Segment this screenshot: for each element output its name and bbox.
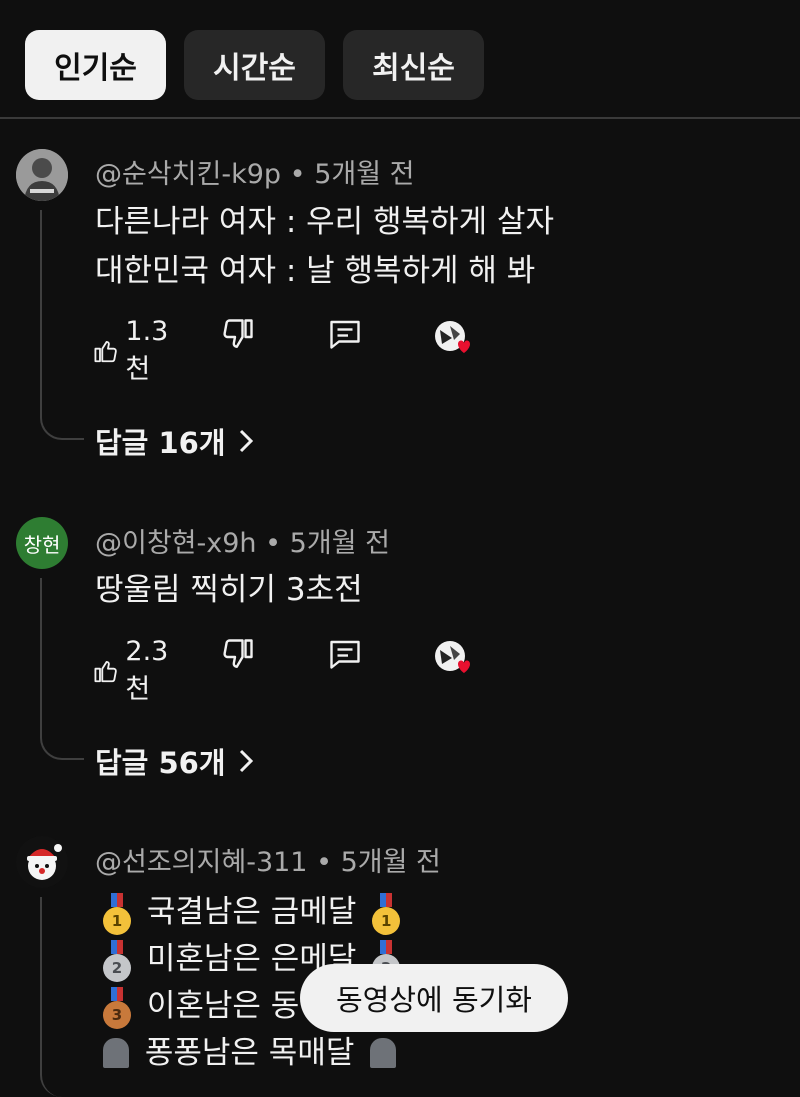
timestamp[interactable]: 5개월 전 [314,159,414,190]
comment-meta: @이창현-x9h • 5개월 전 [95,521,390,560]
like-button[interactable]: 1.3천 [92,316,177,386]
comment-icon [330,640,360,669]
tombstone-icon [370,1038,397,1068]
author-name[interactable]: @순삭치킨-k9p [95,159,281,190]
line-text: 국결남은 금메달 [146,894,357,930]
like-button[interactable]: 2.3천 [92,636,177,706]
thumbs-down-icon [223,319,253,348]
thumbs-down-icon [223,639,253,668]
avatar[interactable]: 창현 [16,517,68,569]
avatar[interactable] [16,149,68,201]
gold-medal-icon: 1 [103,893,131,935]
chip-popular[interactable]: 인기순 [25,30,166,100]
comment-text-line: 3 이혼남은 동 [97,980,299,1029]
replies-toggle[interactable]: 답글 56개 [95,740,254,782]
tombstone-icon [103,1038,129,1068]
chevron-right-icon [239,429,253,453]
comment-text-line: 대한민국 여자 : 날 행복하게 해 봐 [95,253,536,289]
replies-label: 답글 56개 [95,746,226,780]
author-name[interactable]: @선조의지혜-311 [95,847,307,878]
reply-button[interactable] [326,316,364,352]
line-text: 이혼남은 동 [146,988,300,1024]
chip-time[interactable]: 시간순 [184,30,325,100]
thumbs-up-icon [94,660,117,683]
comment-text-line: 땅울림 찍히기 3초전 [95,572,363,608]
line-text: 퐁퐁남은 목매달 [144,1035,355,1071]
replies-label: 답글 16개 [95,426,226,460]
timestamp[interactable]: 5개월 전 [341,847,441,878]
divider [0,117,800,119]
silver-medal-icon: 2 [103,940,131,982]
like-count: 2.3천 [125,636,169,705]
creator-heart-icon [435,641,470,673]
photo-avatar-icon [16,149,68,201]
replies-toggle[interactable]: 답글 16개 [95,420,254,462]
dislike-button[interactable] [220,636,256,672]
author-name[interactable]: @이창현-x9h [95,528,257,559]
creator-heart-badge [432,638,480,680]
comment-icon [330,320,360,349]
reply-button[interactable] [326,636,364,672]
separator: • [265,528,282,559]
avatar[interactable] [16,836,68,888]
comment-meta: @선조의지혜-311 • 5개월 전 [95,840,441,879]
separator: • [289,159,306,190]
comment-text-line: 퐁퐁남은 목매달 [97,1027,402,1072]
comment-meta: @순삭치킨-k9p • 5개월 전 [95,152,414,191]
santa-avatar-icon [16,836,68,888]
like-count: 1.3천 [125,316,169,385]
thread-line [40,897,84,1097]
bronze-medal-icon: 3 [103,987,131,1029]
thumbs-up-icon [94,340,117,363]
separator: • [316,847,333,878]
comment-text-line: 1 국결남은 금메달 1 [97,886,406,935]
creator-heart-icon [435,321,470,353]
thread-line [40,210,84,440]
creator-heart-badge [432,318,480,360]
dislike-button[interactable] [220,316,256,352]
chip-newest[interactable]: 최신순 [343,30,484,100]
chevron-right-icon [239,749,253,773]
avatar-initials: 창현 [23,532,61,557]
sync-to-video-button[interactable]: 동영상에 동기화 [300,964,568,1032]
thread-line [40,578,84,760]
comment-text-line: 다른나라 여자 : 우리 행복하게 살자 [95,204,554,240]
gold-medal-icon: 1 [372,893,401,935]
toast-label: 동영상에 동기화 [336,983,532,1017]
sort-chips: 인기순 시간순 최신순 [25,30,484,100]
timestamp[interactable]: 5개월 전 [290,528,390,559]
